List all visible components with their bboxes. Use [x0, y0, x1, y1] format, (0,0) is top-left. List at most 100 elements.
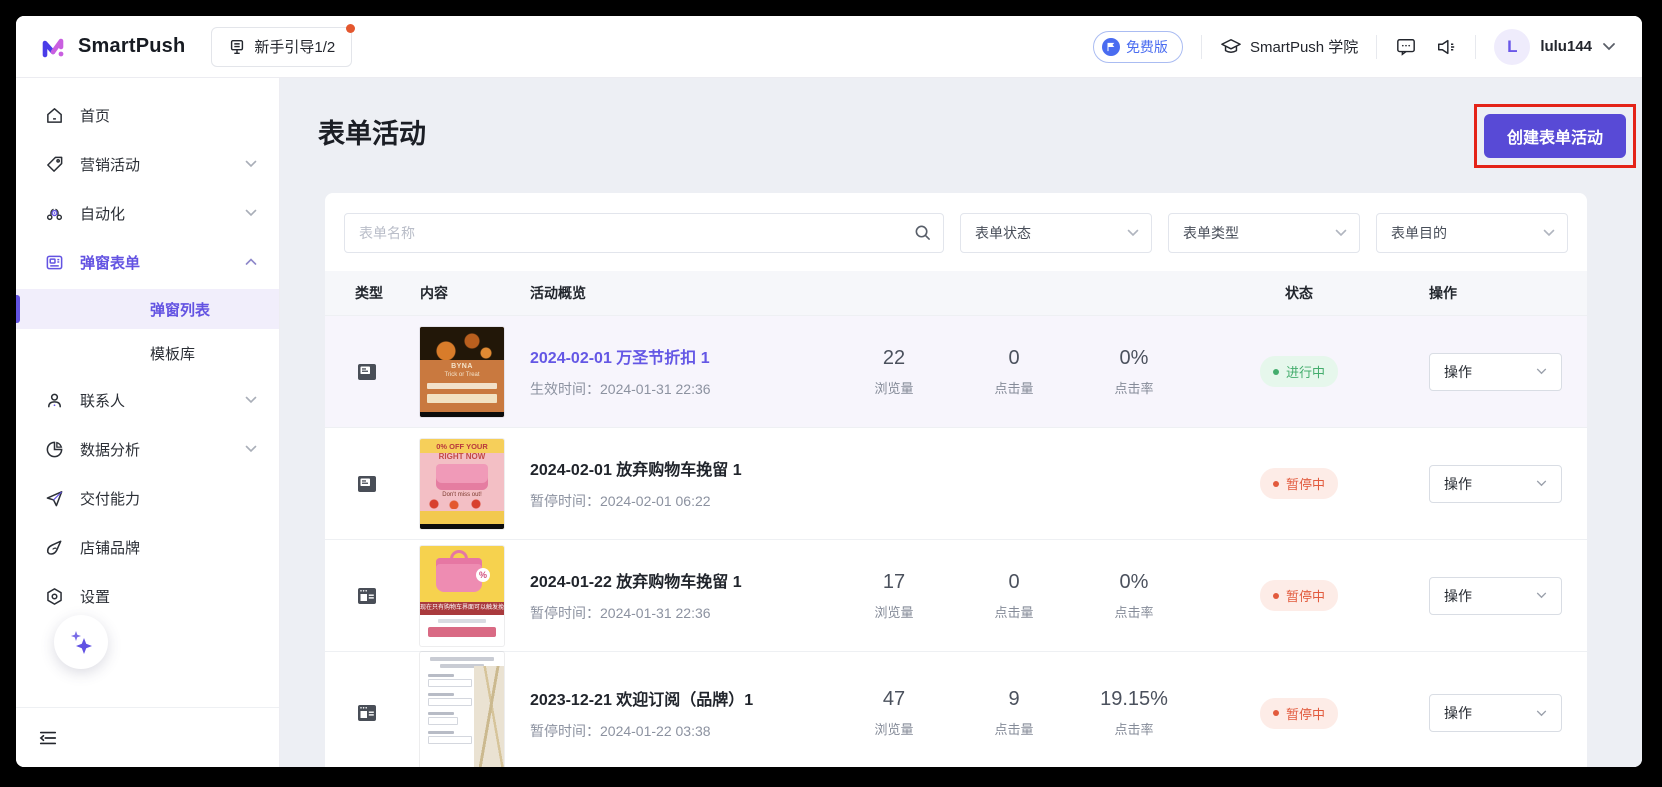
activity-title-link[interactable]: 2024-01-22 放弃购物车挽留 1 — [530, 568, 834, 592]
action-cell: 操作 — [1404, 465, 1587, 503]
notification-dot — [346, 24, 355, 33]
brand-logo[interactable]: SmartPush — [40, 35, 185, 59]
table-header: 类型 内容 活动概览 状态 操作 — [325, 271, 1587, 315]
stat-ctr: 0%点击率 — [1074, 571, 1194, 621]
page-title: 表单活动 — [318, 104, 426, 151]
sidebar-item-popup-form[interactable]: 弹窗表单 — [16, 240, 279, 284]
username: lulu144 — [1540, 38, 1592, 55]
status-cell: 暂停中 — [1194, 468, 1404, 499]
page-header: 表单活动 创建表单活动 — [318, 104, 1636, 168]
stat-clicks: 9点击量 — [954, 688, 1074, 738]
ai-assistant-button[interactable] — [54, 615, 108, 669]
row-action-dropdown[interactable]: 操作 — [1429, 694, 1562, 732]
column-header-type: 类型 — [325, 283, 420, 303]
tag-icon — [45, 155, 64, 174]
chevron-down-icon — [1536, 368, 1547, 375]
home-icon — [45, 106, 64, 125]
sidebar-item-home[interactable]: 首页 — [16, 93, 279, 137]
activity-time: 生效时间：2024-01-31 22:36 — [530, 379, 834, 399]
sidebar-footer — [16, 707, 279, 767]
main-content: 表单活动 创建表单活动 表单状态 — [280, 78, 1642, 767]
row-action-dropdown[interactable]: 操作 — [1429, 353, 1562, 391]
divider — [1376, 35, 1377, 59]
sidebar-item-deliverability[interactable]: 交付能力 — [16, 476, 279, 520]
sidebar-item-analytics[interactable]: 数据分析 — [16, 427, 279, 471]
plan-badge[interactable]: 免费版 — [1093, 31, 1183, 63]
table-row[interactable]: BYNA Trick or Treat 2024-02-01 万圣节折扣 1 生… — [325, 315, 1587, 427]
pie-chart-icon — [45, 440, 64, 459]
table-row[interactable]: 0% OFF YOUR RIGHT NOW Don't miss out! 20… — [325, 427, 1587, 539]
form-type-popup-icon — [325, 472, 420, 496]
filter-bar: 表单状态 表单类型 表单目的 — [325, 193, 1587, 271]
academy-link[interactable]: SmartPush 学院 — [1220, 36, 1358, 57]
form-purpose-select[interactable]: 表单目的 — [1376, 213, 1568, 253]
sidebar-subitem-template-library[interactable]: 模板库 — [16, 333, 279, 373]
paper-plane-icon — [45, 489, 64, 508]
automation-nodes-icon — [45, 204, 64, 223]
sidebar-item-store-brand[interactable]: 店铺品牌 — [16, 525, 279, 569]
chevron-up-icon — [245, 258, 257, 266]
smartpush-logo-icon — [40, 35, 68, 59]
announcement-speaker-icon[interactable] — [1435, 37, 1457, 57]
activity-title-link[interactable]: 2023-12-21 欢迎订阅（品牌）1 — [530, 686, 834, 710]
row-thumbnail[interactable]: % 现在只有购物车界面可以触发挽留 — [420, 546, 530, 646]
row-thumbnail[interactable] — [420, 652, 530, 767]
column-header-status: 状态 — [1194, 283, 1404, 303]
sidebar-item-settings[interactable]: 设置 — [16, 574, 279, 618]
sidebar-subitem-popup-list[interactable]: 弹窗列表 — [16, 289, 279, 329]
annotation-box: 创建表单活动 — [1474, 104, 1636, 168]
stat-views: 47浏览量 — [834, 688, 954, 738]
brush-icon — [45, 538, 64, 557]
status-badge: 暂停中 — [1260, 468, 1338, 499]
graduation-cap-icon — [1220, 37, 1242, 57]
plan-flag-icon — [1102, 38, 1120, 56]
sidebar-item-automation[interactable]: 自动化 — [16, 191, 279, 235]
column-header-content: 内容 — [420, 283, 530, 303]
stat-clicks — [954, 480, 1074, 488]
sidebar: 首页 营销活动 自动化 弹窗表单 — [16, 78, 280, 767]
search-icon[interactable] — [914, 224, 931, 241]
status-cell: 进行中 — [1194, 356, 1404, 387]
status-badge: 暂停中 — [1260, 698, 1338, 729]
user-menu[interactable]: L lulu144 — [1494, 29, 1616, 65]
search-input[interactable] — [344, 213, 944, 253]
topbar: SmartPush 新手引导1/2 免费版 — [16, 16, 1642, 78]
chevron-down-icon — [1335, 229, 1347, 237]
stat-ctr: 0%点击率 — [1074, 347, 1194, 397]
sidebar-item-contacts[interactable]: 联系人 — [16, 378, 279, 422]
chevron-down-icon — [1602, 42, 1616, 51]
chevron-down-icon — [245, 160, 257, 168]
form-type-embed-icon — [325, 584, 420, 608]
topbar-right: 免费版 SmartPush 学院 — [1093, 29, 1616, 65]
column-header-action: 操作 — [1404, 283, 1587, 303]
stat-clicks: 0点击量 — [954, 347, 1074, 397]
row-thumbnail[interactable]: 0% OFF YOUR RIGHT NOW Don't miss out! — [420, 439, 530, 529]
form-type-embed-icon — [325, 701, 420, 725]
settings-gear-icon — [45, 587, 64, 606]
sidebar-item-marketing[interactable]: 营销活动 — [16, 142, 279, 186]
column-header-overview: 活动概览 — [530, 283, 834, 303]
activity-time: 暂停时间：2024-01-22 03:38 — [530, 721, 834, 741]
activity-title-link[interactable]: 2024-02-01 万圣节折扣 1 — [530, 344, 834, 368]
table-row[interactable]: % 现在只有购物车界面可以触发挽留 2024-01-22 放弃购物车挽留 1 暂… — [325, 539, 1587, 651]
onboarding-guide-button[interactable]: 新手引导1/2 — [211, 27, 352, 67]
row-overview: 2024-02-01 万圣节折扣 1 生效时间：2024-01-31 22:36 — [530, 344, 834, 399]
row-action-dropdown[interactable]: 操作 — [1429, 577, 1562, 615]
brand-name: SmartPush — [78, 35, 185, 58]
create-form-activity-button[interactable]: 创建表单活动 — [1484, 114, 1626, 158]
feedback-chat-icon[interactable] — [1395, 37, 1417, 57]
activity-title-link[interactable]: 2024-02-01 放弃购物车挽留 1 — [530, 456, 834, 480]
guide-flag-icon — [228, 38, 246, 56]
form-status-select[interactable]: 表单状态 — [960, 213, 1152, 253]
row-action-dropdown[interactable]: 操作 — [1429, 465, 1562, 503]
row-thumbnail[interactable]: BYNA Trick or Treat — [420, 327, 530, 417]
form-type-select[interactable]: 表单类型 — [1168, 213, 1360, 253]
search-field — [344, 213, 944, 253]
chevron-down-icon — [245, 209, 257, 217]
collapse-sidebar-icon[interactable] — [38, 730, 58, 746]
popup-form-icon — [45, 253, 64, 272]
table-row[interactable]: 2023-12-21 欢迎订阅（品牌）1 暂停时间：2024-01-22 03:… — [325, 651, 1587, 767]
stat-views — [834, 480, 954, 488]
stat-views: 17浏览量 — [834, 571, 954, 621]
status-cell: 暂停中 — [1194, 580, 1404, 611]
